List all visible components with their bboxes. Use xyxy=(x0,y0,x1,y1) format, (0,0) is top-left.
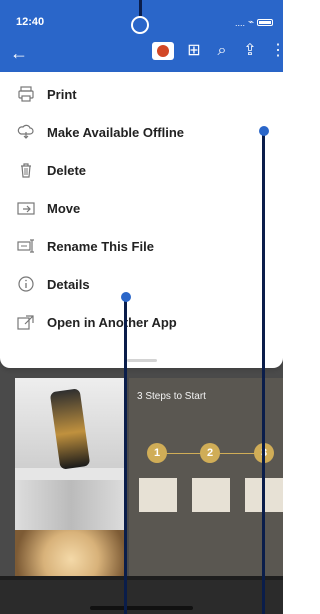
grid-icon[interactable]: ⊞ xyxy=(186,43,202,59)
powerpoint-icon[interactable] xyxy=(152,42,174,60)
menu-item-print[interactable]: Print xyxy=(0,75,283,113)
annotation-line-top xyxy=(139,0,142,16)
annotation-line-details xyxy=(124,297,127,614)
rename-icon xyxy=(17,237,35,255)
status-indicators: .... ⌁ xyxy=(235,17,273,28)
menu-item-rename[interactable]: Rename This File xyxy=(0,227,283,265)
landscape-photo xyxy=(15,480,127,530)
annotation-dot-details xyxy=(121,292,131,302)
toolbar-icons: ⊞ ⌕ ⇪ ⋮ xyxy=(152,42,283,60)
presentation-preview: 3 Steps to Start 1 2 3 xyxy=(0,330,283,614)
print-icon xyxy=(17,85,35,103)
signal-icon: .... xyxy=(234,17,245,28)
sheet-handle[interactable] xyxy=(127,359,157,362)
more-icon[interactable]: ⋮ xyxy=(270,43,283,59)
move-icon xyxy=(17,199,35,217)
menu-item-label: Make Available Offline xyxy=(47,124,185,140)
annotation-line-offline xyxy=(262,131,265,614)
phone-screen: 12:40 .... ⌁ ← ⊞ ⌕ ⇪ ⋮ Print Make Availa… xyxy=(0,0,283,614)
menu-item-label: Delete xyxy=(47,162,87,178)
menu-item-move[interactable]: Move xyxy=(0,189,283,227)
menu-item-label: Print xyxy=(47,86,77,102)
wifi-icon: ⌁ xyxy=(247,17,254,28)
step-card xyxy=(192,478,230,512)
slide-title: 3 Steps to Start xyxy=(137,391,206,402)
menu-item-label: Details xyxy=(47,276,90,292)
home-indicator xyxy=(90,606,193,610)
step-badge: 1 xyxy=(147,443,167,463)
menu-item-offline[interactable]: Make Available Offline xyxy=(0,113,283,151)
cloud-icon xyxy=(17,123,35,141)
menu-item-details[interactable]: Details xyxy=(0,265,283,303)
status-time: 12:40 xyxy=(16,16,45,28)
trash-icon xyxy=(17,161,35,179)
open-external-icon xyxy=(17,313,35,331)
search-icon[interactable]: ⌕ xyxy=(214,43,230,59)
annotation-circle xyxy=(131,16,149,34)
menu-item-delete[interactable]: Delete xyxy=(0,151,283,189)
step-card xyxy=(139,478,177,512)
info-icon xyxy=(17,275,35,293)
file-actions-menu: Print Make Available Offline Delete Move xyxy=(0,72,283,368)
battery-icon xyxy=(257,19,273,26)
menu-item-label: Open in Another App xyxy=(47,314,177,330)
menu-item-label: Move xyxy=(47,200,81,216)
step-badge: 2 xyxy=(200,443,220,463)
back-arrow-icon[interactable]: ← xyxy=(10,44,28,62)
annotation-dot-offline xyxy=(259,126,269,136)
share-icon[interactable]: ⇪ xyxy=(242,43,258,59)
menu-item-open-in[interactable]: Open in Another App xyxy=(0,303,283,341)
menu-item-label: Rename This File xyxy=(47,238,154,254)
current-slide[interactable]: 3 Steps to Start 1 2 3 xyxy=(129,378,283,598)
